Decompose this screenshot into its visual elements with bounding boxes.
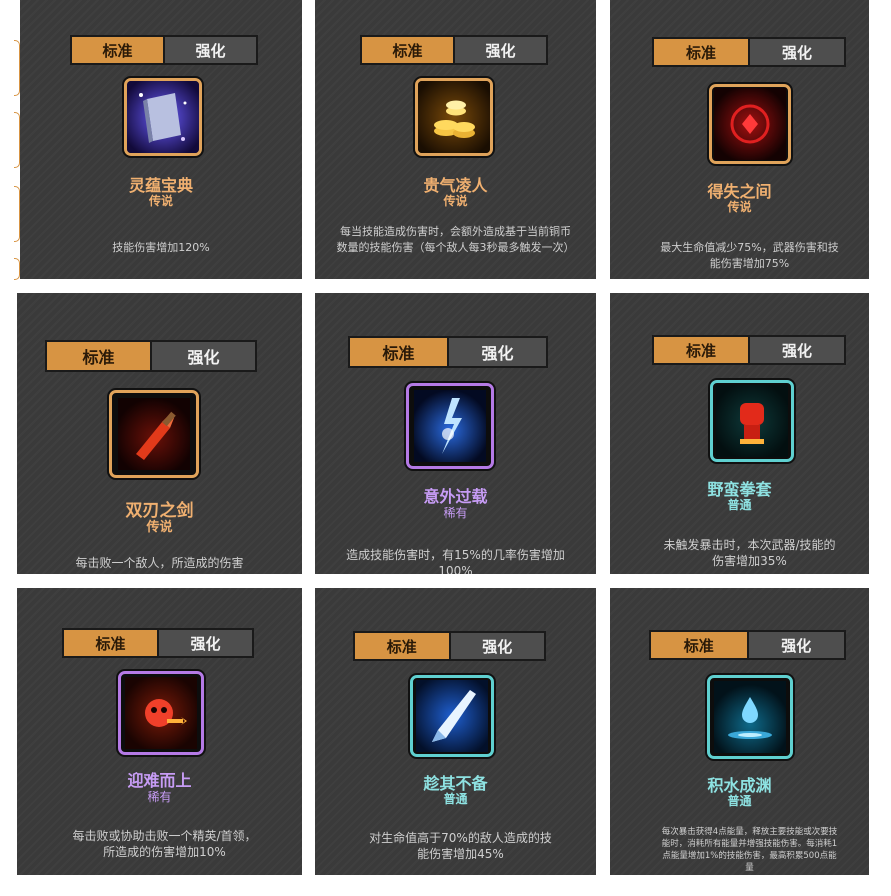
skill-card-9[interactable]: 标准 强化 积水成渊 普通 每次暴击获得4点能量，释放主要技能或次要技能时，消耗… — [610, 588, 869, 875]
mode-tabs: 标准 强化 — [348, 336, 548, 368]
mode-tabs: 标准 强化 — [649, 630, 846, 660]
mode-tabs: 标准 强化 — [652, 37, 846, 67]
tab-standard[interactable]: 标准 — [654, 39, 748, 65]
tab-standard[interactable]: 标准 — [350, 338, 447, 366]
mode-tabs: 标准 强化 — [70, 35, 258, 65]
rising-skull-icon — [118, 671, 204, 755]
skill-card-5[interactable]: 标准 强化 意外过载 稀有 造成技能伤害时，有15%的几率伤害增加100% — [315, 293, 596, 574]
skill-card-1[interactable]: 标准 强化 灵蕴宝典 传说 技能伤害增加120% — [20, 0, 302, 279]
mode-tabs: 标准 强化 — [45, 340, 257, 372]
skill-description: 每击败或协助击败一个精英/首领，所造成的伤害增加10% — [72, 829, 257, 859]
tab-enhanced[interactable]: 强化 — [159, 630, 252, 656]
skill-card-6[interactable]: 标准 强化 野蛮拳套 普通 未触发暴击时，本次武器/技能的伤害增加35% — [610, 293, 869, 574]
mode-tabs: 标准 强化 — [652, 335, 846, 365]
skill-rarity: 传说 — [443, 194, 468, 208]
skill-rarity: 稀有 — [147, 790, 172, 804]
spell-book-icon — [124, 78, 202, 156]
twin-blade-sword-icon — [109, 390, 199, 478]
skill-description: 最大生命值减少75%，武器伤害和技能伤害增加75% — [660, 241, 839, 270]
tab-enhanced[interactable]: 强化 — [450, 633, 544, 659]
skill-description: 对生命值高于70%的敌人造成的技能伤害增加45% — [369, 831, 552, 861]
tab-standard[interactable]: 标准 — [64, 630, 157, 656]
skill-rarity: 传说 — [727, 200, 752, 214]
skill-rarity: 传说 — [146, 520, 173, 535]
tab-enhanced[interactable]: 强化 — [750, 39, 844, 65]
tab-standard[interactable]: 标准 — [355, 633, 449, 659]
skill-description: 未触发暴击时，本次武器/技能的伤害增加35% — [663, 538, 836, 568]
tab-enhanced[interactable]: 强化 — [165, 37, 256, 63]
skill-description: 每次暴击获得4点能量，释放主要技能或次要技能时，消耗所有能量并增强技能伤害。每消… — [661, 827, 838, 873]
mode-tabs: 标准 强化 — [360, 35, 548, 65]
tab-standard[interactable]: 标准 — [72, 37, 163, 63]
skill-rarity: 稀有 — [443, 506, 468, 520]
surprise-blade-icon — [410, 675, 494, 757]
water-drop-icon — [707, 675, 793, 759]
skill-description: 每当技能造成伤害时，会额外造成基于当前铜币数量的技能伤害（每个敌人每3秒最多触发… — [336, 225, 575, 254]
tab-enhanced[interactable]: 强化 — [750, 337, 844, 363]
skill-card-4[interactable]: 标准 强化 双刃之剑 传说 每击败一个敌人，所造成的伤害 — [17, 293, 302, 574]
skill-card-7[interactable]: 标准 强化 迎难而上 稀有 每击败或协助击败一个精英/首领，所造成的伤害增加10… — [17, 588, 302, 875]
tab-enhanced[interactable]: 强化 — [152, 342, 255, 370]
skill-rarity: 普通 — [443, 792, 468, 806]
skill-description: 每击败一个敌人，所造成的伤害 — [75, 556, 244, 570]
tab-standard[interactable]: 标准 — [651, 632, 747, 658]
skill-card-3[interactable]: 标准 强化 得失之间 传说 最大生命值减少75%，武器伤害和技能伤害增加75% — [610, 0, 869, 279]
mode-tabs: 标准 强化 — [353, 631, 546, 661]
tab-enhanced[interactable]: 强化 — [449, 338, 546, 366]
skill-description: 造成技能伤害时，有15%的几率伤害增加100% — [346, 548, 565, 574]
skill-rarity: 普通 — [727, 498, 752, 512]
tab-standard[interactable]: 标准 — [654, 337, 748, 363]
skill-rarity: 传说 — [148, 194, 173, 208]
skill-card-2[interactable]: 标准 强化 贵气凌人 传说 每当技能造成伤害时，会额外造成基于当前铜币数量的技能… — [315, 0, 596, 279]
lightning-overload-icon — [406, 383, 494, 469]
gold-coins-icon — [415, 78, 493, 156]
tab-enhanced[interactable]: 强化 — [455, 37, 546, 63]
skill-rarity: 普通 — [727, 794, 752, 808]
fist-gauntlet-icon — [710, 380, 794, 462]
tab-enhanced[interactable]: 强化 — [748, 632, 844, 658]
tab-standard[interactable]: 标准 — [47, 342, 150, 370]
red-gem-icon — [709, 84, 791, 164]
tab-standard[interactable]: 标准 — [362, 37, 453, 63]
skill-description: 技能伤害增加120% — [112, 241, 210, 254]
mode-tabs: 标准 强化 — [62, 628, 254, 658]
skill-card-8[interactable]: 标准 强化 趁其不备 普通 对生命值高于70%的敌人造成的技能伤害增加45% — [315, 588, 596, 875]
